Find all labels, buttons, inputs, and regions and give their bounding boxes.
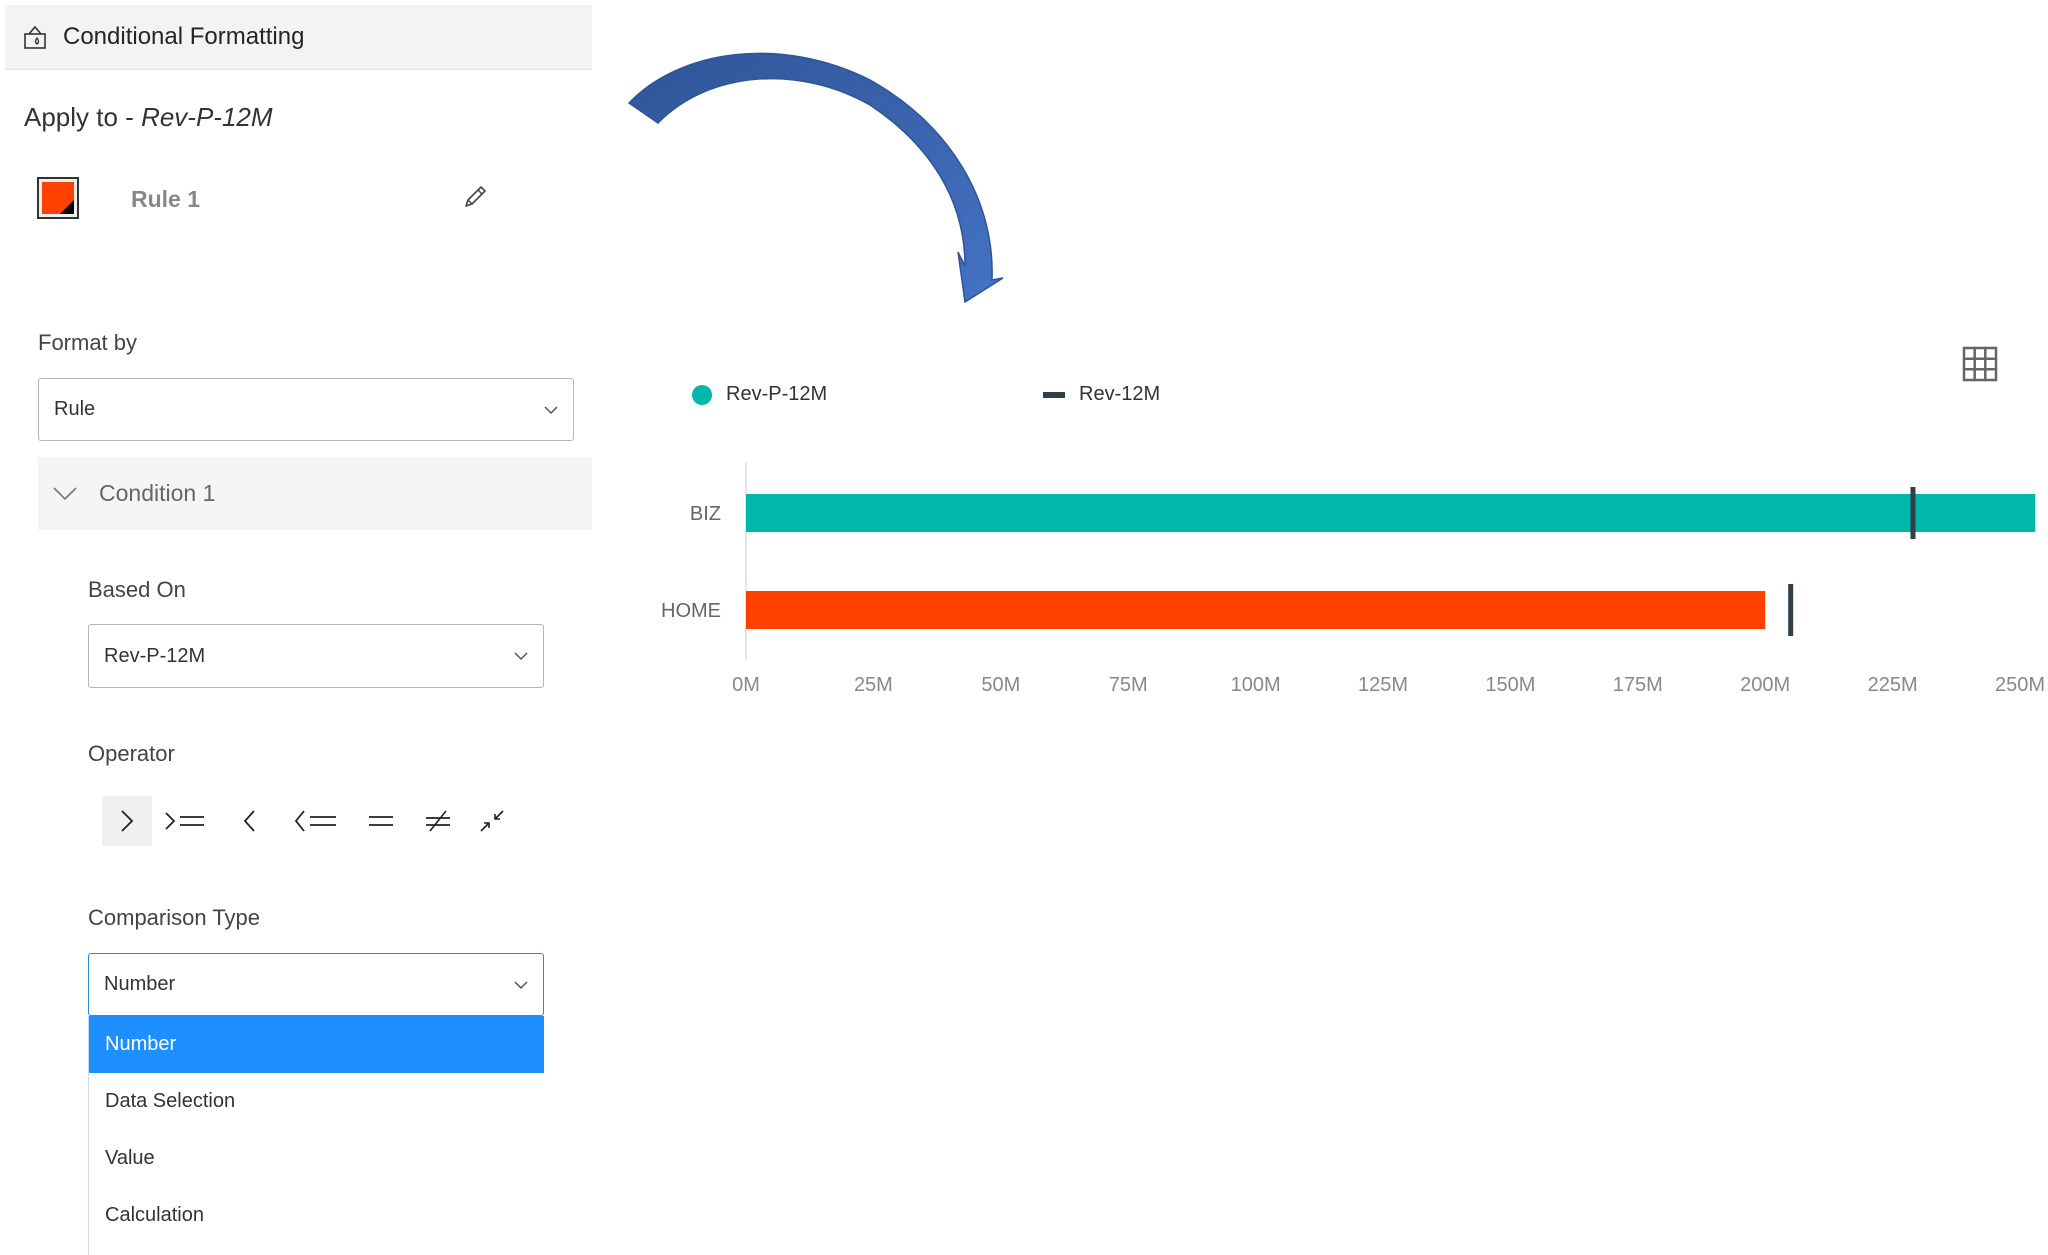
operator-between-button[interactable] [464, 796, 520, 846]
operator-label: Operator [88, 741, 175, 766]
x-tick-label: 175M [1613, 674, 1663, 696]
x-tick-label: 225M [1868, 674, 1918, 696]
format-by-select[interactable]: Rule [38, 378, 574, 441]
apply-to-field: Rev-P-12M [141, 102, 273, 132]
based-on-label: Based On [88, 577, 186, 602]
greater-equal-icon [165, 812, 204, 830]
comparison-type-options: Number Data Selection Value Calculation [88, 1016, 544, 1255]
operator-greater-equal-button[interactable] [152, 796, 218, 846]
operator-not-equal-button[interactable] [412, 796, 464, 846]
equal-icon [369, 816, 393, 826]
target-marker-biz[interactable] [1910, 487, 1916, 539]
legend-label: Rev-12M [1079, 383, 1161, 405]
x-tick-label: 0M [732, 674, 760, 696]
legend-item-rev-12m[interactable]: Rev-12M [1043, 383, 1160, 406]
x-tick-label: 100M [1231, 674, 1281, 696]
x-tick-label: 250M [1995, 674, 2045, 696]
comparison-type-label: Comparison Type [88, 905, 261, 930]
paint-bucket-icon [24, 25, 46, 49]
apply-to-prefix: Apply to - [24, 102, 142, 132]
format-by-value: Rule [54, 398, 96, 420]
x-tick-label: 200M [1740, 674, 1790, 696]
x-tick-label: 125M [1358, 674, 1408, 696]
comparison-type-value: Number [104, 973, 176, 995]
condition-1-label: Condition 1 [99, 480, 216, 506]
legend-dash-icon [1043, 391, 1065, 398]
operator-less-than-button[interactable] [218, 796, 282, 846]
between-arrows-icon [480, 810, 504, 832]
less-than-icon [243, 810, 255, 832]
chevron-down-icon [514, 980, 528, 989]
not-equal-icon [426, 810, 450, 832]
option-data-selection[interactable]: Data Selection [89, 1073, 544, 1130]
based-on-select[interactable]: Rev-P-12M [88, 624, 544, 688]
format-by-label: Format by [38, 330, 138, 355]
apply-to-heading: Apply to - Rev-P-12M [24, 102, 273, 133]
condition-1-toggle[interactable]: Condition 1 [38, 457, 592, 530]
legend-circle-icon [692, 384, 712, 405]
x-tick-label: 25M [854, 674, 893, 696]
operator-less-equal-button[interactable] [282, 796, 350, 846]
rule-color-swatch[interactable] [37, 177, 79, 219]
chevron-down-icon [544, 405, 558, 414]
operator-equal-button[interactable] [350, 796, 412, 846]
curved-arrow-annotation [627, 52, 1004, 304]
option-calculation[interactable]: Calculation [89, 1187, 544, 1244]
rule-label: Rule 1 [131, 186, 201, 212]
target-marker-home[interactable] [1788, 584, 1794, 636]
bar-biz[interactable] [746, 494, 2036, 532]
bar-home[interactable] [746, 591, 1766, 629]
conditional-formatting-header: Conditional Formatting [5, 5, 592, 70]
based-on-value: Rev-P-12M [104, 644, 206, 667]
table-view-grid-icon[interactable] [1962, 346, 1998, 382]
chevron-down-icon [514, 652, 528, 661]
comparison-type-select[interactable]: Number [88, 953, 544, 1016]
category-label: HOME [661, 600, 721, 622]
pencil-icon[interactable] [460, 182, 490, 212]
x-tick-label: 75M [1109, 674, 1148, 696]
x-tick-label: 150M [1485, 674, 1535, 696]
panel-title: Conditional Formatting [63, 23, 305, 50]
operator-greater-than-button[interactable] [102, 796, 152, 846]
legend-label: Rev-P-12M [726, 383, 828, 405]
chevron-down-icon [53, 486, 77, 500]
greater-than-icon [121, 810, 134, 832]
x-tick-label: 50M [981, 674, 1020, 696]
bullet-bar-chart: BIZ HOME 0M 25M 50M 75M 100M 125M 150M 175M 200M 2… [661, 462, 2045, 696]
category-label: BIZ [690, 503, 721, 525]
operator-buttons [102, 796, 520, 846]
option-number[interactable]: Number [89, 1016, 544, 1073]
option-value[interactable]: Value [89, 1130, 544, 1187]
less-equal-icon [294, 810, 336, 832]
legend-item-rev-p-12m[interactable]: Rev-P-12M [692, 383, 827, 406]
